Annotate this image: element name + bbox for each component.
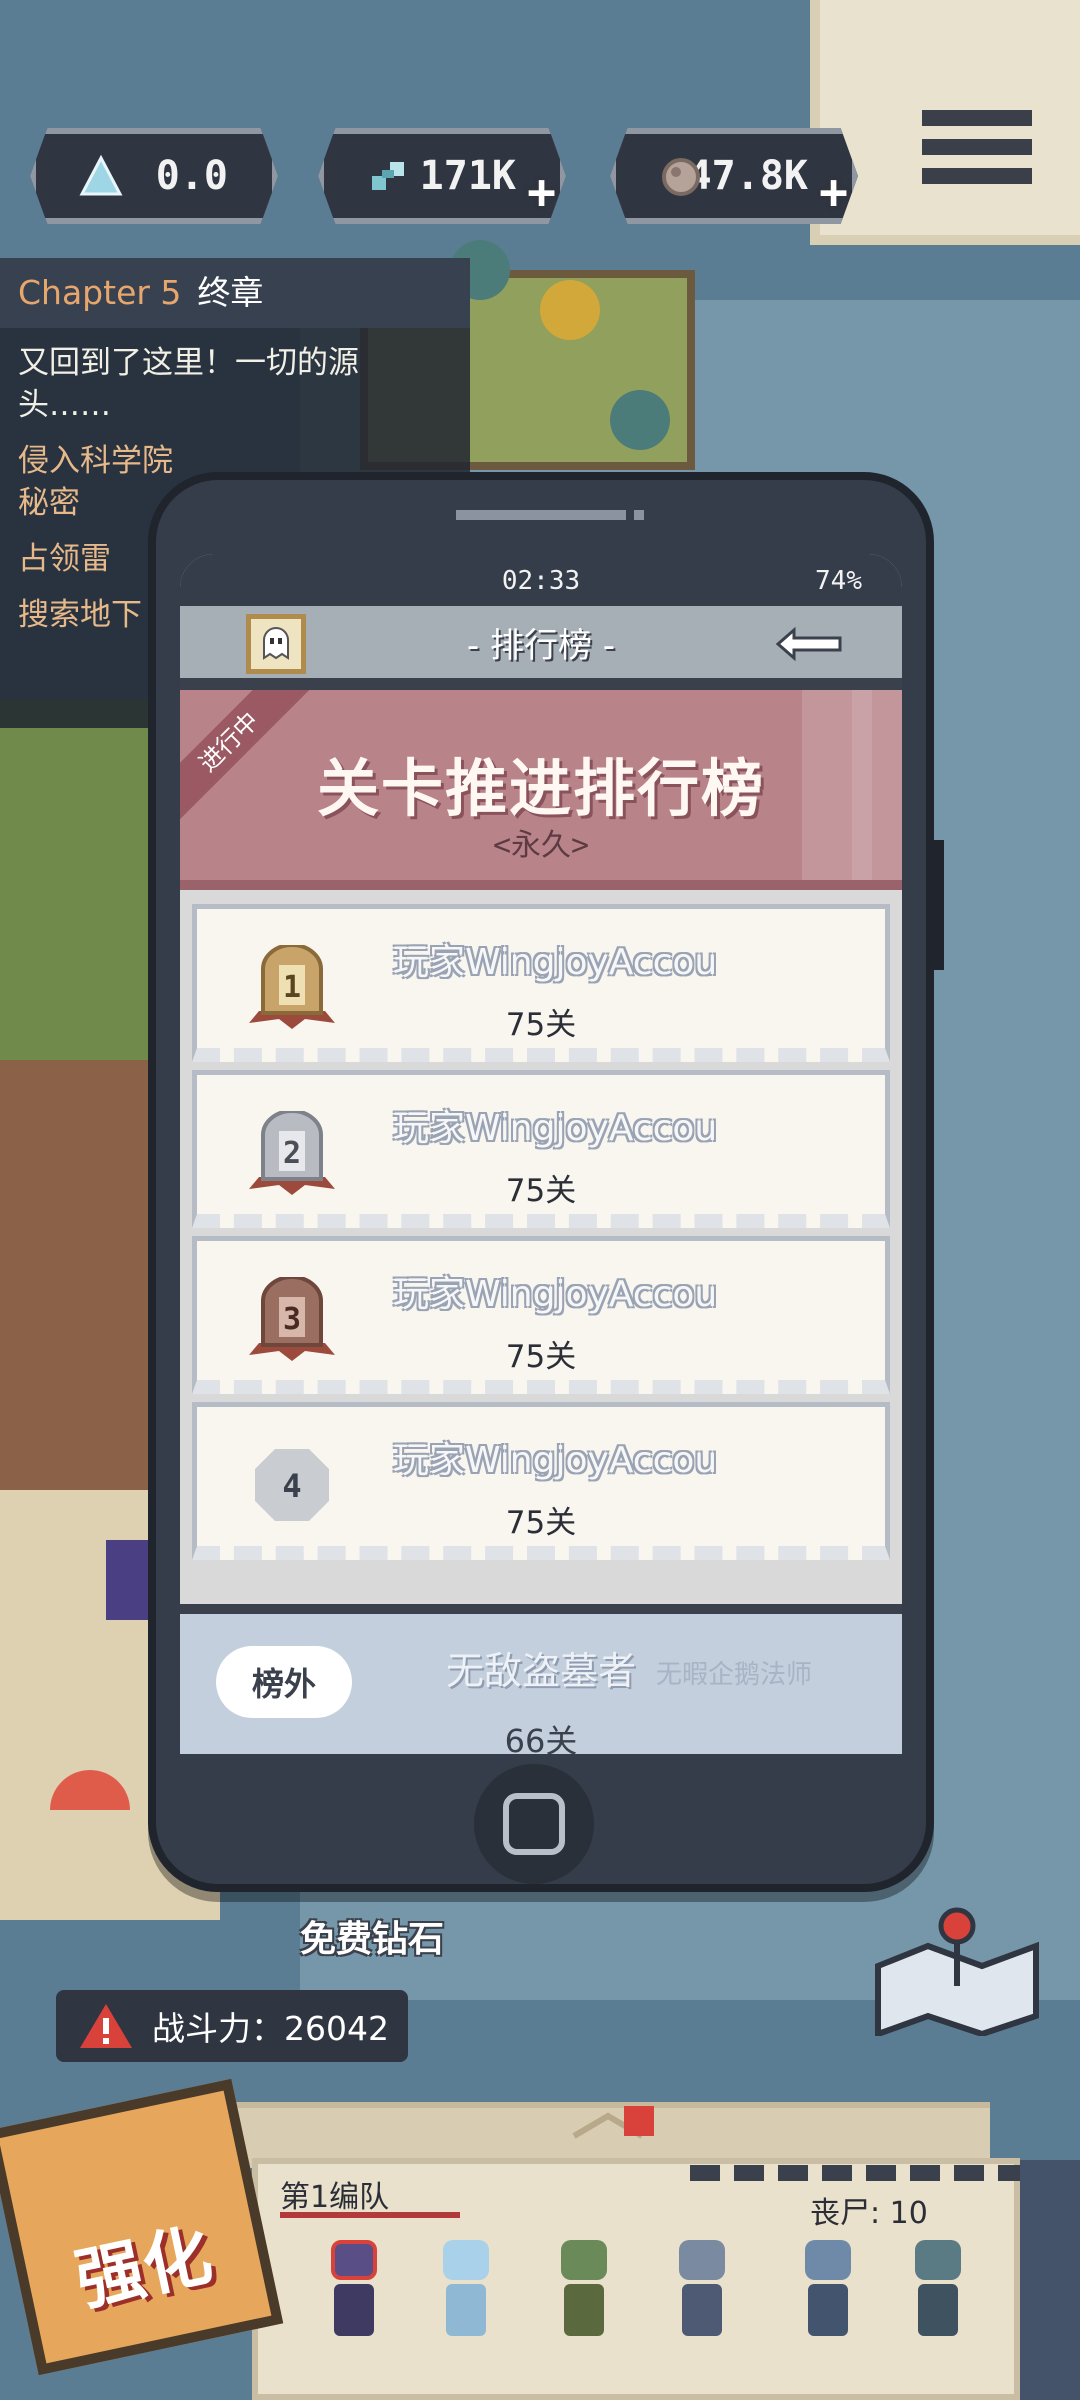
team-unit[interactable] (790, 2240, 866, 2340)
dirt-patch (0, 1060, 150, 1520)
team-underline (280, 2212, 460, 2218)
my-ranking-row[interactable]: 榜外 无敌盗墓者 无暇企鹅法师 66关 (180, 1604, 902, 1754)
my-player-score: 66关 (504, 1722, 578, 1754)
diamond-counter[interactable]: 0.0 (30, 128, 278, 224)
tree-icon (610, 390, 670, 450)
status-battery: 74% (815, 566, 862, 596)
my-player-title: 无暇企鹅法师 (656, 1660, 813, 1690)
ore-counter[interactable]: 47.8K + (610, 128, 858, 224)
back-arrow-icon[interactable] (774, 620, 846, 668)
page-title: - 排行榜 - (466, 625, 616, 666)
ranking-row[interactable]: 2 玩家WingjoyAccou 75关 (192, 1070, 890, 1228)
chapter-name: 终章 (197, 273, 264, 312)
banner-title: 关卡推进排行榜 (316, 752, 765, 825)
combat-power-value: 战斗力：26042 (152, 2009, 389, 2048)
combat-power: 战斗力：26042 (56, 1990, 408, 2062)
player-score: 75关 (505, 1173, 577, 1209)
status-bar: 02:33 74% (180, 554, 902, 606)
player-score: 75关 (505, 1007, 577, 1043)
zombie-count: 丧尸: 10 (810, 2196, 928, 2231)
unranked-badge: 榜外 (216, 1646, 352, 1718)
team-unit[interactable] (316, 2240, 392, 2340)
player-name: 玩家WingjoyAccou (393, 1274, 718, 1315)
team-unit[interactable] (900, 2240, 976, 2340)
player-name: 玩家WingjoyAccou (393, 1440, 718, 1481)
home-button[interactable] (474, 1764, 594, 1884)
team-unit[interactable] (546, 2240, 622, 2340)
ranking-row[interactable]: 1 玩家WingjoyAccou 75关 (192, 904, 890, 1062)
avatar[interactable] (246, 614, 306, 674)
player-name: 玩家WingjoyAccou (393, 1108, 718, 1149)
quest-item[interactable]: 又回到了这里！一切的源头…… (0, 342, 450, 426)
diamond-icon (79, 154, 123, 196)
my-player-name: 无敌盗墓者 (446, 1649, 637, 1693)
dna-icon (372, 162, 404, 190)
chapter-label: Chapter 5 (18, 273, 182, 312)
phone-camera (634, 510, 644, 520)
tree-icon (540, 280, 600, 340)
team-name[interactable]: 第1编队 (280, 2172, 389, 2216)
team-unit[interactable] (664, 2240, 740, 2340)
ore-icon (662, 158, 700, 196)
free-diamond-button[interactable]: 免费钻石 (300, 1910, 444, 1962)
diamond-value: 0.0 (155, 153, 228, 199)
menu-icon[interactable] (922, 110, 1032, 194)
ranking-row[interactable]: 4 玩家WingjoyAccou 75关 (192, 1402, 890, 1560)
add-gene-icon[interactable]: + (527, 164, 556, 220)
player-name: 玩家WingjoyAccou (393, 942, 718, 983)
ore-value: 47.8K (687, 153, 808, 199)
gene-counter[interactable]: 171K + (318, 128, 566, 224)
world-map-icon[interactable] (872, 1906, 1042, 2036)
gene-value: 171K (419, 153, 516, 199)
player-score: 75关 (505, 1339, 577, 1375)
status-time: 02:33 (501, 566, 581, 596)
phone-leaderboard: 02:33 74% - 排行榜 - 进行中 关卡推进排行榜 <永久> 1 玩家W… (148, 472, 944, 1892)
team-unit[interactable] (428, 2240, 504, 2340)
ranking-row[interactable]: 3 玩家WingjoyAccou 75关 (192, 1236, 890, 1394)
phone-screen: 02:33 74% - 排行榜 - 进行中 关卡推进排行榜 <永久> 1 玩家W… (180, 554, 902, 1754)
chapter-title: Chapter 5 终章 (0, 258, 470, 328)
ranking-list: 1 玩家WingjoyAccou 75关 2 玩家WingjoyAccou 75… (180, 890, 902, 1560)
player-score: 75关 (505, 1505, 577, 1541)
leaderboard-titlebar: - 排行榜 - (180, 606, 902, 690)
upgrade-label: 强化 (69, 2215, 219, 2322)
notification-badge (624, 2106, 654, 2136)
tray-divider (690, 2165, 1020, 2181)
leaderboard-banner: 进行中 关卡推进排行榜 <永久> (180, 690, 902, 890)
banner-subtitle: <永久> (492, 828, 590, 863)
phone-side-button (934, 840, 944, 970)
add-ore-icon[interactable]: + (819, 164, 848, 220)
ghost-icon (263, 627, 289, 660)
phone-speaker (456, 510, 626, 520)
warning-icon (80, 2004, 132, 2048)
upgrade-button[interactable]: 强化 (0, 2078, 284, 2376)
